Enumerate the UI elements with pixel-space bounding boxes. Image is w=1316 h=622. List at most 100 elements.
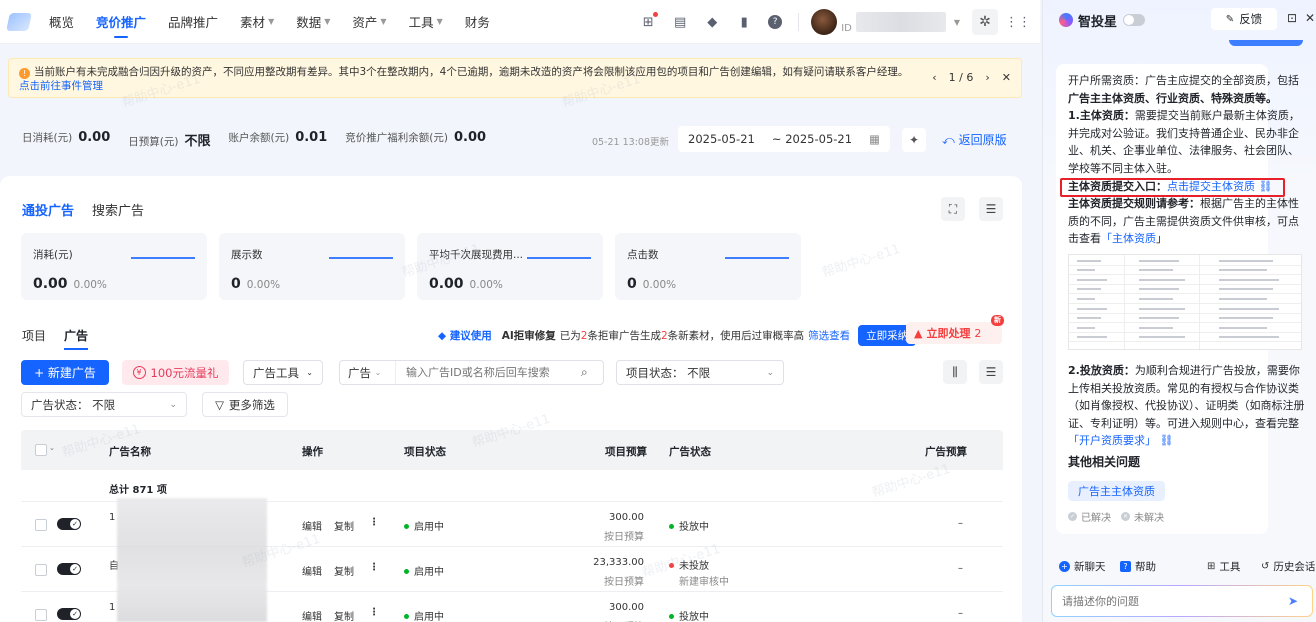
col-ad-budget[interactable]: 广告预算: [925, 444, 967, 459]
urgent-action-button[interactable]: ▲ 立即处理 2 新: [906, 315, 1004, 344]
nav-item[interactable]: 概览: [49, 0, 74, 44]
col-ad-status[interactable]: 广告状态: [669, 444, 711, 459]
link-icon: ⛓: [1156, 434, 1174, 448]
nav-item[interactable]: 竞价推广: [96, 0, 146, 44]
more-filters-button[interactable]: ▽ 更多筛选: [202, 392, 288, 417]
ad-name[interactable]: 1: [109, 602, 115, 613]
close-icon[interactable]: ✕: [1305, 11, 1315, 25]
nav-item[interactable]: 数据 ▼: [296, 0, 330, 44]
bell-icon[interactable]: ◆: [704, 14, 720, 30]
col-project-status[interactable]: 项目状态: [404, 444, 446, 459]
row-toggle[interactable]: [57, 563, 81, 575]
avatar[interactable]: [811, 9, 838, 35]
nav-item[interactable]: 品牌推广: [168, 0, 218, 44]
metric-card-impressions[interactable]: 展示数 0 0.00%: [219, 233, 405, 300]
close-icon[interactable]: ✕: [1002, 71, 1011, 85]
nav-item[interactable]: 素材 ▼: [240, 0, 274, 44]
row-checkbox[interactable]: [35, 564, 47, 576]
metric-name: 平均千次展现费用...: [429, 249, 524, 261]
metric-card-cpm[interactable]: 平均千次展现费用... 0.00 0.00%: [417, 233, 603, 300]
logo[interactable]: [0, 0, 38, 44]
date-range-picker[interactable]: 2025-05-21 ~ 2025-05-21 ▦: [678, 126, 890, 152]
more-icon[interactable]: ⋮: [369, 607, 379, 618]
tab-general-ads[interactable]: 通投广告: [22, 200, 74, 219]
row-toggle[interactable]: [57, 608, 81, 620]
table-text: [1077, 317, 1101, 320]
sparkline: [527, 257, 591, 259]
more-icon[interactable]: ⋮: [369, 517, 379, 528]
metric-card-cost[interactable]: 消耗(元) 0.00 0.00%: [21, 233, 207, 300]
help-button[interactable]: ? 帮助: [1120, 559, 1156, 574]
lightbulb-icon[interactable]: ✦: [902, 128, 926, 152]
edit-link[interactable]: 编辑: [302, 563, 322, 578]
new-ad-button[interactable]: + 新建广告: [21, 360, 109, 385]
filter-sliders-icon[interactable]: ☰: [979, 360, 1003, 384]
status-dot: [404, 569, 409, 574]
ad-name[interactable]: 1: [109, 512, 115, 523]
back-to-classic-link[interactable]: ⤺ 返回原版: [942, 131, 1007, 148]
metric-card-clicks[interactable]: 点击数 0 0.00%: [615, 233, 801, 300]
tools-button[interactable]: ⊞ 工具: [1207, 559, 1240, 574]
document-icon[interactable]: ▮: [736, 14, 752, 30]
chevron-down-icon: ⌄: [766, 367, 774, 378]
row-checkbox[interactable]: [35, 609, 47, 621]
history-button[interactable]: ↺ 历史会话: [1261, 559, 1315, 574]
chevron-down-icon: ▼: [436, 17, 443, 26]
tab-project[interactable]: 项目: [22, 327, 46, 350]
tab-ad[interactable]: 广告: [64, 327, 89, 350]
resolved-button[interactable]: ✓ 已解决: [1068, 509, 1111, 524]
new-chat-button[interactable]: + 新聊天: [1059, 559, 1106, 574]
fullscreen-icon[interactable]: ⛶: [941, 197, 965, 221]
traffic-gift-button[interactable]: ¥100元流量礼: [122, 360, 229, 385]
question-input[interactable]: [1062, 594, 1288, 608]
ad-status-select[interactable]: 广告状态： 不限 ⌄: [21, 392, 187, 417]
more-icon[interactable]: ⋮: [369, 562, 379, 573]
table-text: [1077, 288, 1101, 291]
project-status-select[interactable]: 项目状态： 不限 ⌄: [616, 360, 784, 385]
col-project-budget[interactable]: 项目预算: [605, 444, 647, 459]
row-toggle[interactable]: [57, 518, 81, 530]
help-icon[interactable]: ?: [768, 15, 783, 29]
col-ad-name[interactable]: 广告名称: [109, 444, 151, 459]
copy-link[interactable]: 复制: [334, 518, 354, 533]
copy-link[interactable]: 复制: [334, 563, 354, 578]
nav-item[interactable]: 资产 ▼: [352, 0, 386, 44]
alert-link[interactable]: 点击前往事件管理: [19, 80, 103, 92]
gift-label: 100元流量礼: [150, 365, 219, 380]
chevron-down-icon[interactable]: ⌄: [49, 444, 55, 452]
ad-tools-dropdown[interactable]: 广告工具 ⌄: [243, 360, 323, 385]
tab-search-ads[interactable]: 搜索广告: [92, 200, 144, 219]
stat-value: 0.01: [295, 129, 328, 145]
prev-icon[interactable]: ‹: [932, 71, 936, 85]
feedback-button[interactable]: ✎ 反馈: [1211, 8, 1277, 30]
metric-value-block: 0.00 0.00%: [33, 276, 195, 292]
column-settings-icon[interactable]: ⫼: [943, 360, 967, 384]
qualification-table-image[interactable]: [1068, 254, 1302, 350]
nav-item[interactable]: 工具 ▼: [409, 0, 443, 44]
unresolved-button[interactable]: ✕ 未解决: [1121, 509, 1164, 524]
search-type-select[interactable]: 广告 ⌄: [340, 361, 396, 384]
select-all-checkbox[interactable]: [35, 444, 47, 456]
nav-item[interactable]: 财务: [465, 0, 490, 44]
table-icon[interactable]: ▤: [672, 14, 688, 30]
next-icon[interactable]: ›: [985, 71, 989, 85]
copy-link[interactable]: 复制: [334, 608, 354, 622]
stat-value: 0.00: [78, 129, 111, 145]
related-question-chip[interactable]: 广告主主体资质: [1068, 481, 1165, 501]
puzzle-icon[interactable]: ✲: [972, 9, 998, 35]
row-checkbox[interactable]: [35, 519, 47, 531]
ai-filter-link[interactable]: 筛选查看: [808, 328, 850, 343]
grid-icon[interactable]: ⋮⋮: [1005, 14, 1031, 30]
send-icon[interactable]: ➤: [1288, 594, 1312, 608]
settings-sliders-icon[interactable]: ☰: [979, 197, 1003, 221]
dock-icon[interactable]: ⊡: [1287, 11, 1297, 25]
account-requirements-link[interactable]: 「开户资质要求」: [1068, 434, 1156, 447]
subject-qualification-link[interactable]: 「主体资质: [1101, 232, 1156, 245]
assistant-toggle[interactable]: [1123, 14, 1146, 26]
search-input[interactable]: [396, 366, 581, 379]
chevron-down-icon[interactable]: ▼: [954, 18, 960, 27]
gift-icon[interactable]: ⊞: [640, 12, 659, 30]
edit-link[interactable]: 编辑: [302, 518, 322, 533]
search-icon[interactable]: ⌕: [581, 365, 603, 380]
edit-link[interactable]: 编辑: [302, 608, 322, 622]
